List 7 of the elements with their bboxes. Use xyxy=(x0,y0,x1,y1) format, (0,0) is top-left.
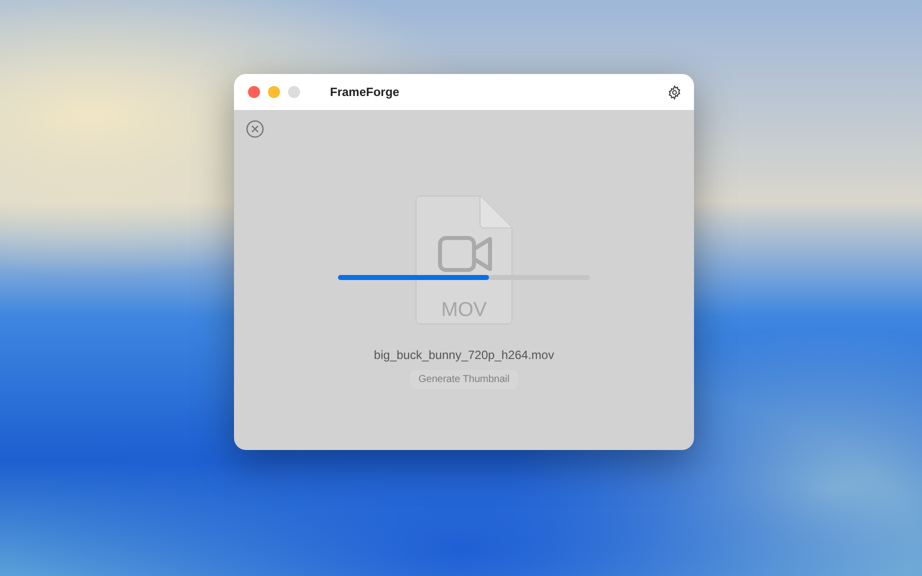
window-title: FrameForge xyxy=(330,85,400,99)
video-camera-icon xyxy=(438,236,492,272)
minimize-window-button[interactable] xyxy=(268,86,280,98)
close-window-button[interactable] xyxy=(248,86,260,98)
settings-icon[interactable] xyxy=(667,84,682,100)
file-name: big_buck_bunny_720p_h264.mov xyxy=(374,348,554,362)
close-icon[interactable] xyxy=(246,120,264,138)
